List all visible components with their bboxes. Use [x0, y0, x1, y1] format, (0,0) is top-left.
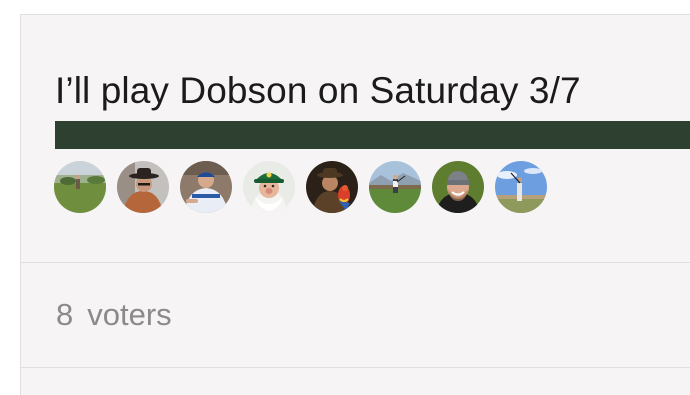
dodgers-fan-avatar	[180, 161, 232, 213]
poll-option[interactable]: I’ll play Dobson on Saturday 3/7	[21, 15, 690, 262]
voter-avatar-6[interactable]	[369, 161, 421, 213]
golfer-on-fairway-avatar	[54, 161, 106, 213]
golfer-mountain-course-avatar	[369, 161, 421, 213]
voter-avatar-7[interactable]	[432, 161, 484, 213]
voter-avatar-1[interactable]	[54, 161, 106, 213]
voter-count: 8 voters	[56, 297, 172, 333]
bottom-divider	[21, 367, 690, 368]
golfer-swing-blue-sky-avatar	[495, 161, 547, 213]
poll-option-title: I’ll play Dobson on Saturday 3/7	[55, 70, 581, 111]
poll-container: I’ll play Dobson on Saturday 3/7 8 voter…	[20, 14, 690, 395]
man-in-cowboy-hat-avatar	[117, 161, 169, 213]
voter-count-label: voters	[87, 297, 172, 332]
voter-avatar-8[interactable]	[495, 161, 547, 213]
progress-bar-fill	[55, 121, 690, 149]
man-with-macaw-avatar	[306, 161, 358, 213]
smiling-man-beanie-avatar	[432, 161, 484, 213]
voter-avatar-4[interactable]	[243, 161, 295, 213]
voter-avatars	[54, 161, 547, 213]
gnome-masters-hat-avatar	[243, 161, 295, 213]
voter-avatar-3[interactable]	[180, 161, 232, 213]
voter-count-number: 8	[56, 297, 74, 332]
section-divider	[21, 262, 690, 263]
voter-avatar-2[interactable]	[117, 161, 169, 213]
poll-option-progress-bar	[55, 121, 690, 149]
voter-avatar-5[interactable]	[306, 161, 358, 213]
